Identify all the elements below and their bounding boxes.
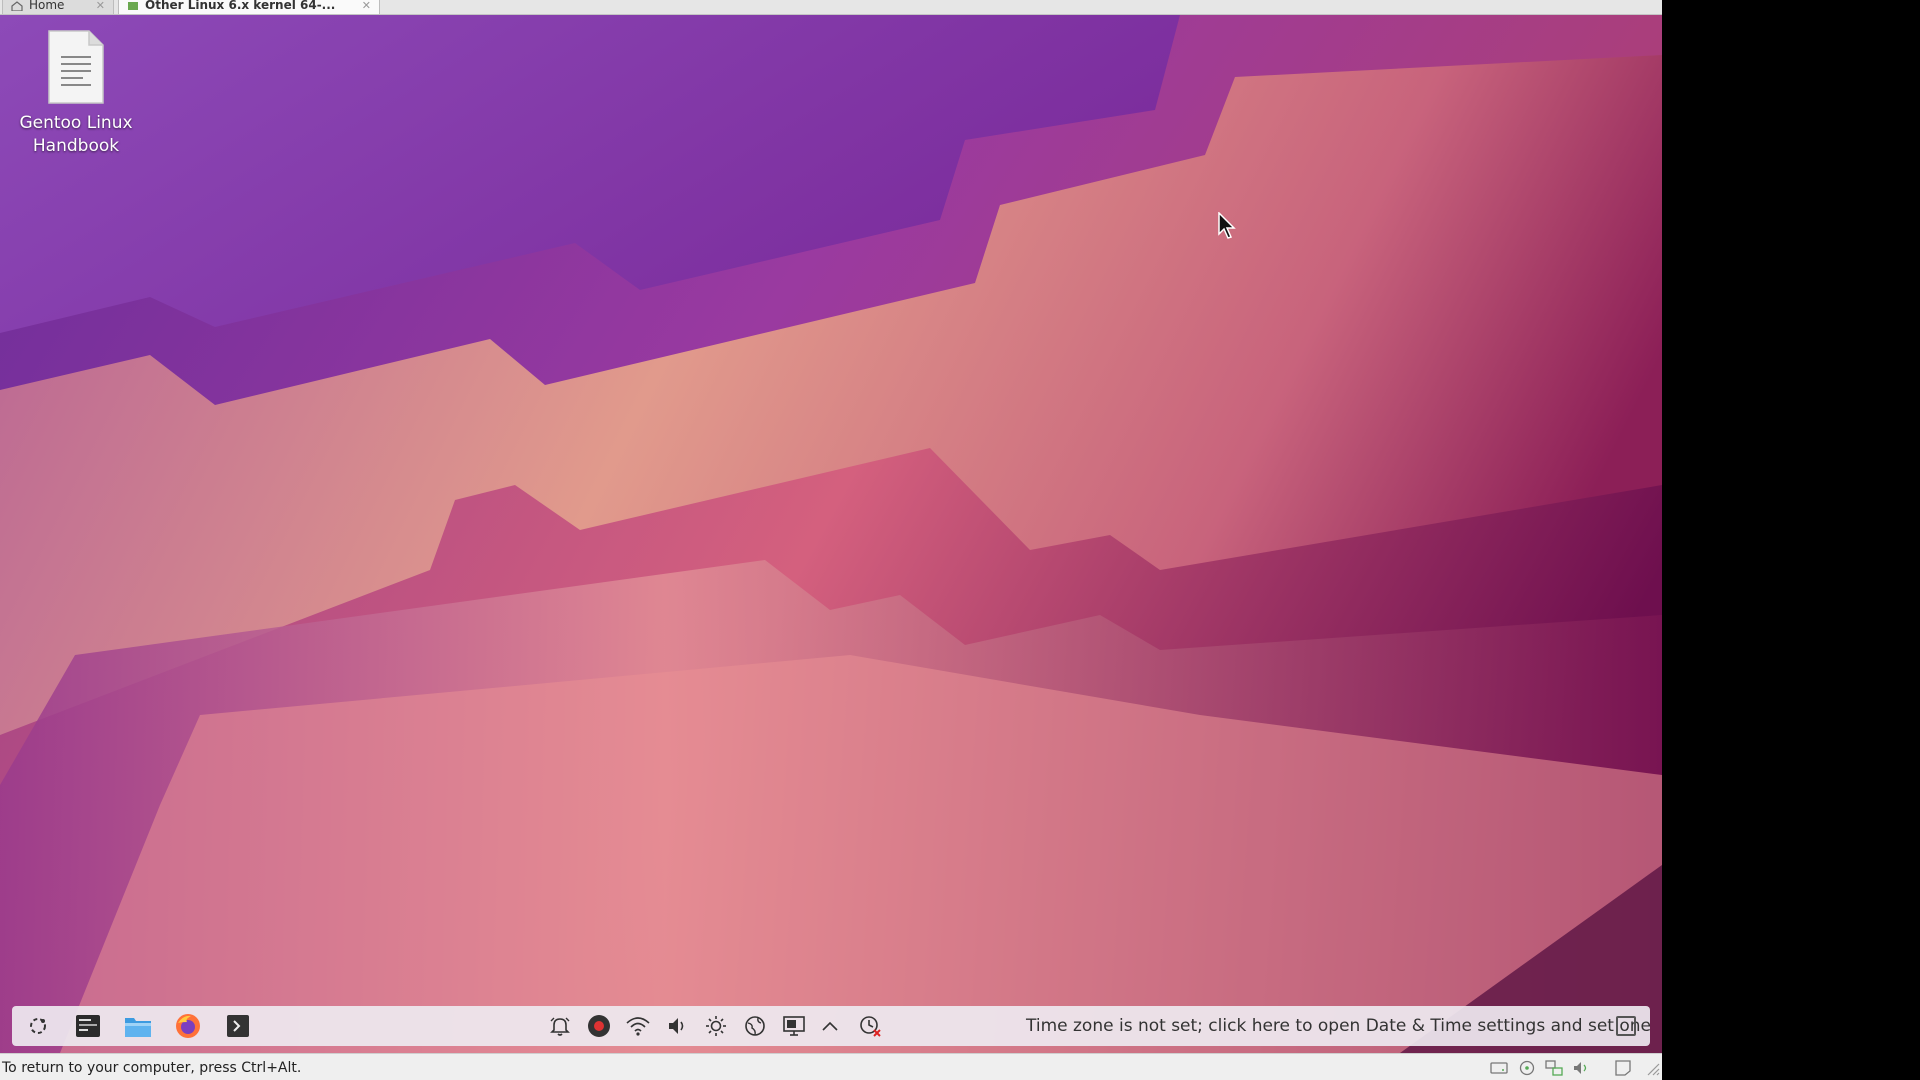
expand-tray-icon[interactable]: [812, 1006, 848, 1046]
status-text: To return to your computer, press Ctrl+A…: [2, 1060, 302, 1076]
host-status-bar: To return to your computer, press Ctrl+A…: [0, 1053, 1662, 1080]
network-globe-icon[interactable]: [737, 1006, 773, 1046]
guest-desktop[interactable]: Gentoo Linux Handbook: [0, 15, 1662, 1053]
timezone-warning-message[interactable]: Time zone is not set; click here to open…: [1026, 1016, 1651, 1036]
terminal-icon[interactable]: [218, 1006, 258, 1046]
tab-vm[interactable]: Other Linux 6.x kernel 64-... ✕: [118, 0, 380, 14]
resize-grip-icon[interactable]: [1644, 1060, 1662, 1076]
desktop-icon-gentoo-handbook[interactable]: Gentoo Linux Handbook: [18, 29, 134, 158]
wallpaper: [0, 15, 1662, 1053]
host-tab-bar: Home ✕ Other Linux 6.x kernel 64-... ✕: [0, 0, 1662, 15]
timezone-warning-icon[interactable]: [852, 1006, 888, 1046]
text-document-icon: [47, 29, 105, 105]
konsole-icon[interactable]: [68, 1006, 108, 1046]
desktop-icon-label: Gentoo Linux Handbook: [19, 113, 133, 156]
wifi-icon[interactable]: [620, 1006, 656, 1046]
home-icon: [11, 0, 23, 12]
taskbar-panel: Time zone is not set; click here to open…: [12, 1006, 1651, 1046]
network-adapter-icon[interactable]: [1545, 1060, 1563, 1076]
tab-label: Home: [29, 0, 65, 12]
app-launcher-icon[interactable]: [18, 1006, 58, 1046]
show-desktop-button[interactable]: [1616, 1016, 1636, 1036]
tab-home[interactable]: Home ✕: [2, 0, 114, 14]
mouse-cursor-icon: [1218, 211, 1238, 244]
hard-disk-icon[interactable]: [1490, 1060, 1508, 1076]
file-manager-icon[interactable]: [118, 1006, 158, 1046]
notifications-icon[interactable]: [542, 1006, 578, 1046]
sound-card-icon[interactable]: [1572, 1060, 1590, 1076]
volume-icon[interactable]: [659, 1006, 695, 1046]
display-icon[interactable]: [776, 1006, 812, 1046]
vm-window: Home ✕ Other Linux 6.x kernel 64-... ✕ G…: [0, 0, 1662, 1080]
tab-label: Other Linux 6.x kernel 64-...: [145, 0, 336, 12]
vm-icon: [127, 0, 139, 10]
firefox-icon[interactable]: [168, 1006, 208, 1046]
close-icon[interactable]: ✕: [96, 0, 105, 12]
cd-drive-icon[interactable]: [1518, 1060, 1536, 1076]
record-icon[interactable]: [581, 1006, 617, 1046]
close-icon[interactable]: ✕: [362, 0, 371, 12]
message-log-icon[interactable]: [1614, 1060, 1632, 1076]
brightness-icon[interactable]: [698, 1006, 734, 1046]
